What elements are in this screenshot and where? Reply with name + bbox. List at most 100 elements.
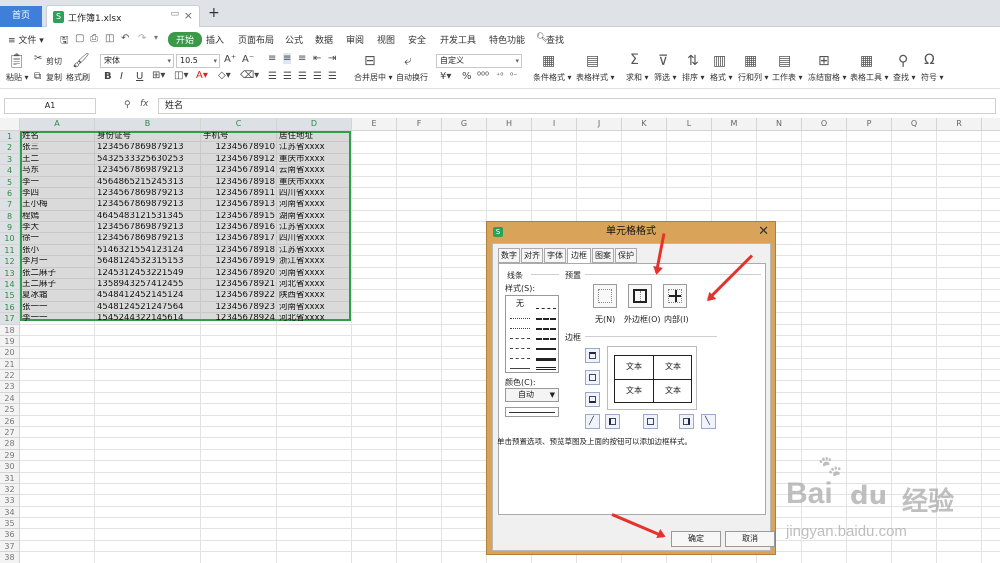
row-header-20[interactable]: 20: [0, 347, 20, 359]
line-style-fine-dotted[interactable]: [510, 328, 530, 329]
cell-D2[interactable]: 江苏省xxxx: [279, 143, 350, 152]
wrap-text-icon[interactable]: ⤶: [404, 53, 412, 69]
wrap-text-button[interactable]: 自动换行: [396, 72, 428, 83]
cell-A16[interactable]: 张一一: [22, 303, 93, 312]
cell-A15[interactable]: 夏冰霜: [22, 291, 93, 300]
paste-button[interactable]: 粘贴 ▾: [6, 72, 29, 83]
filter-button[interactable]: 筛选 ▾: [654, 72, 677, 83]
column-header-B[interactable]: B: [95, 118, 201, 131]
row-column-button[interactable]: 行和列 ▾: [738, 72, 769, 83]
percent-icon[interactable]: %: [462, 71, 472, 82]
row-header-5[interactable]: 5: [0, 176, 20, 188]
row-header-7[interactable]: 7: [0, 199, 20, 211]
cell-A12[interactable]: 李月一: [22, 257, 93, 266]
font-shrink-icon[interactable]: A⁻: [242, 54, 254, 65]
tab-workbook[interactable]: S 工作簿1.xlsx ▭ ×: [46, 5, 200, 27]
cell-B9[interactable]: 1234567869879213: [97, 223, 199, 232]
cell-A14[interactable]: 王二麻子: [22, 280, 93, 289]
row-header-19[interactable]: 19: [0, 335, 20, 348]
cell-A7[interactable]: 王小梅: [22, 200, 93, 209]
format-button[interactable]: 格式 ▾: [710, 72, 733, 83]
font-family-select[interactable]: 宋体: [100, 54, 174, 68]
cell-B6[interactable]: 1234567869879213: [97, 189, 199, 198]
align-left-icon[interactable]: ☰: [268, 71, 277, 82]
format-painter-icon[interactable]: 🖌︎: [72, 53, 90, 69]
row-header-18[interactable]: 18: [0, 324, 20, 336]
cell-A4[interactable]: 马东: [22, 166, 93, 175]
preset-outline-label[interactable]: 外边框(O): [624, 314, 661, 325]
cell-B4[interactable]: 1234567869879213: [97, 166, 199, 175]
cell-C12[interactable]: 12345678919: [203, 257, 276, 266]
row-header-10[interactable]: 10: [0, 233, 20, 245]
tab-home[interactable]: 首页: [0, 6, 42, 27]
cell-B16[interactable]: 4548124521247564: [97, 303, 199, 312]
menu-start[interactable]: 开始: [168, 32, 203, 47]
zoom-icon[interactable]: ⚲: [124, 100, 131, 110]
cell-B17[interactable]: 1545244322145614: [97, 314, 199, 323]
line-style-none[interactable]: 无: [516, 298, 524, 309]
currency-icon[interactable]: ¥▾: [440, 71, 451, 82]
line-style-thick-dash[interactable]: [536, 318, 556, 320]
sum-icon[interactable]: Σ: [630, 52, 639, 68]
tab-number[interactable]: 数字: [498, 248, 520, 263]
line-style-medium-dash[interactable]: [536, 308, 556, 309]
cell-A8[interactable]: 程嫣: [22, 212, 93, 221]
worksheet-button[interactable]: 工作表 ▾: [772, 72, 803, 83]
preset-none-label[interactable]: 无(N): [595, 314, 615, 325]
cell-A11[interactable]: 张小: [22, 246, 93, 255]
cell-D7[interactable]: 河南省xxxx: [279, 200, 350, 209]
row-header-1[interactable]: 1: [0, 131, 20, 143]
row-header-23[interactable]: 23: [0, 381, 20, 393]
row-header-34[interactable]: 34: [0, 506, 20, 519]
font-grow-icon[interactable]: A⁺: [224, 54, 236, 65]
line-style-dash-dot-2[interactable]: [510, 358, 530, 359]
paste-icon[interactable]: 📋︎: [8, 53, 26, 69]
sort-icon[interactable]: ⇅: [687, 53, 699, 69]
number-format-select[interactable]: 自定义: [436, 54, 522, 68]
border-diag-down-button[interactable]: ╲: [701, 414, 716, 429]
print-icon[interactable]: ⎙: [90, 33, 98, 44]
preview-icon[interactable]: ◫: [105, 33, 114, 44]
line-style-thick[interactable]: [536, 358, 556, 361]
monitor-icon[interactable]: ▭: [170, 9, 179, 19]
row-header-22[interactable]: 22: [0, 370, 20, 382]
cell-C16[interactable]: 12345678923: [203, 303, 276, 312]
menu-search[interactable]: 查找: [546, 33, 564, 46]
column-header-F[interactable]: F: [397, 118, 442, 131]
cell-C11[interactable]: 12345678918: [203, 246, 276, 255]
menu-features[interactable]: 特色功能: [489, 33, 525, 46]
cell-D9[interactable]: 江苏省xxxx: [279, 223, 350, 232]
column-header-S[interactable]: S: [982, 118, 1000, 131]
clear-icon[interactable]: ⌫▾: [240, 70, 259, 81]
row-header-25[interactable]: 25: [0, 404, 20, 416]
column-header-A[interactable]: A: [20, 118, 95, 131]
distribute-icon[interactable]: ☰: [328, 71, 337, 82]
row-header-38[interactable]: 38: [0, 552, 20, 563]
row-header-33[interactable]: 33: [0, 495, 20, 507]
cell-B11[interactable]: 5146321554123124: [97, 246, 199, 255]
merge-center-icon[interactable]: ⊟: [364, 53, 376, 69]
cell-D15[interactable]: 陕西省xxxx: [279, 291, 350, 300]
cell-D8[interactable]: 湖南省xxxx: [279, 212, 350, 221]
font-color-icon[interactable]: A▾: [196, 70, 208, 81]
column-header-C[interactable]: C: [201, 118, 277, 131]
cell-D3[interactable]: 重庆市xxxx: [279, 155, 350, 164]
menu-page-layout[interactable]: 页面布局: [238, 33, 274, 46]
quick-access-chevron-icon[interactable]: ▾: [154, 33, 158, 42]
row-header-4[interactable]: 4: [0, 165, 20, 177]
row-header-28[interactable]: 28: [0, 438, 20, 450]
dialog-close-button[interactable]: ✕: [758, 224, 769, 239]
border-top-button[interactable]: [585, 348, 600, 363]
freeze-panes-button[interactable]: 冻结窗格 ▾: [808, 72, 847, 83]
column-header-N[interactable]: N: [757, 118, 802, 131]
preset-outline-button[interactable]: [628, 284, 652, 308]
row-header-13[interactable]: 13: [0, 267, 20, 279]
row-header-26[interactable]: 26: [0, 415, 20, 427]
table-tools-icon[interactable]: ▦: [860, 53, 873, 69]
cell-C14[interactable]: 12345678921: [203, 280, 276, 289]
menu-data[interactable]: 数据: [315, 33, 333, 46]
line-style-thin[interactable]: [510, 368, 530, 369]
symbol-icon[interactable]: Ω: [924, 52, 935, 68]
italic-icon[interactable]: I: [120, 71, 123, 82]
column-header-D[interactable]: D: [277, 118, 352, 131]
